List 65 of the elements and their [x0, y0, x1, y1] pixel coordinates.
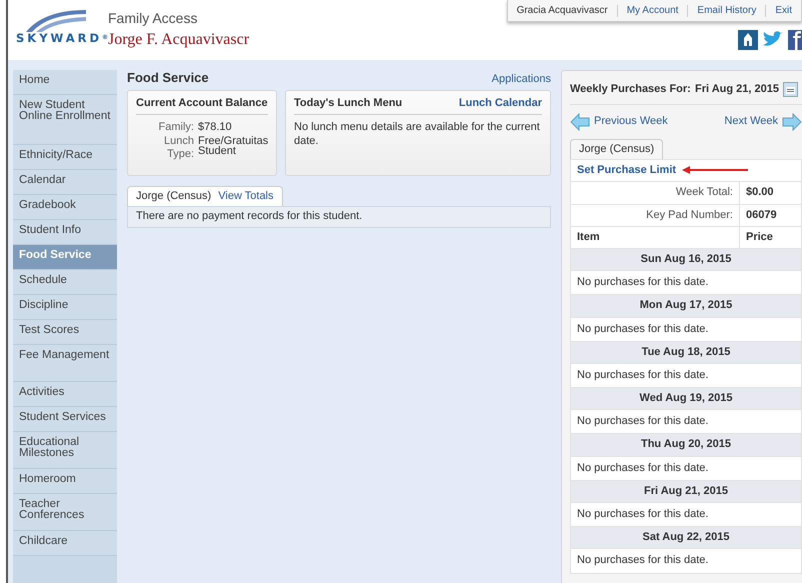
sidebar-item[interactable]: Student Info [13, 220, 117, 245]
card-title: Today's Lunch Menu [294, 97, 402, 110]
view-totals-link[interactable]: View Totals [218, 190, 274, 202]
sidebar-item[interactable]: Gradebook [13, 195, 117, 220]
summary-value: $0.00 [740, 182, 802, 204]
sidebar-item[interactable]: Schedule [13, 270, 117, 295]
purchase-message: No purchases for this date. [570, 317, 802, 342]
sidebar-item[interactable]: Educational Milestones [13, 432, 117, 469]
week-date: Fri Aug 21, 2015 [695, 82, 779, 96]
sidebar-item[interactable]: Fee Management [13, 345, 117, 382]
weekly-label: Weekly Purchases For: [570, 82, 691, 96]
logo-text: SKYWARD$^{®}$ [16, 32, 108, 46]
sidebar-item[interactable]: Activities [13, 382, 117, 407]
logo-swoosh-icon [24, 8, 88, 32]
applications-link[interactable]: Applications [492, 73, 551, 86]
date-header: Sat Aug 22, 2015 [570, 526, 802, 549]
student-name: Jorge F. Acquavivascr [108, 30, 250, 49]
summary-label: Key Pad Number: [570, 204, 740, 226]
field-value: Free/Gratuitas Student [198, 134, 268, 159]
lunch-message: No lunch menu details are available for the current date. [294, 121, 541, 148]
card-title: Current Account Balance [136, 97, 268, 116]
sidebar-item[interactable]: Student Services [13, 407, 117, 432]
sidebar-item[interactable]: Discipline [13, 295, 117, 320]
field-label: Family: [158, 121, 194, 135]
right-arrow-icon[interactable] [782, 113, 802, 131]
student-tab[interactable]: Jorge (Census) [570, 139, 664, 160]
date-header: Mon Aug 17, 2015 [570, 294, 802, 317]
date-header: Tue Aug 18, 2015 [570, 341, 802, 364]
date-header: Wed Aug 19, 2015 [570, 388, 802, 410]
date-header: Fri Aug 21, 2015 [570, 480, 802, 502]
calendar-icon[interactable] [783, 82, 798, 97]
facebook-icon[interactable] [788, 30, 802, 50]
sidebar-item[interactable]: Teacher Conferences [13, 494, 117, 531]
user-name[interactable]: Gracia Acquavivascr [508, 4, 617, 16]
summary-label: Week Total: [570, 182, 740, 204]
header-link[interactable]: Email History [687, 4, 766, 16]
date-header: Thu Aug 20, 2015 [570, 434, 802, 456]
column-header: Item [570, 226, 740, 248]
lunch-calendar-link[interactable]: Lunch Calendar [458, 97, 542, 110]
summary-value: 06079 [740, 204, 802, 226]
school-icon[interactable] [738, 30, 758, 50]
purchase-message: No purchases for this date. [570, 456, 802, 480]
sidebar-item[interactable]: Calendar [13, 170, 117, 195]
student-tab[interactable]: Jorge (Census) View Totals [127, 186, 283, 206]
tab-label[interactable]: Jorge (Census) [136, 190, 212, 202]
sidebar-item[interactable]: Homeroom [13, 469, 117, 494]
purchase-message: No purchases for this date. [570, 548, 802, 574]
next-week-link[interactable]: Next Week [724, 115, 778, 129]
header-link[interactable]: My Account [616, 4, 688, 16]
sidebar-item[interactable]: New Student Online Enrollment [13, 95, 117, 145]
page-title: Food Service [127, 70, 209, 86]
sidebar-item[interactable]: Test Scores [13, 320, 117, 345]
payment-message: There are no payment records for this student. [127, 206, 551, 228]
sidebar-item[interactable]: Ethnicity/Race [13, 145, 117, 170]
sidebar-item[interactable]: Childcare [13, 531, 117, 556]
app-title: Family Access [108, 10, 198, 27]
arrow-annotation [682, 166, 748, 174]
left-arrow-icon[interactable] [570, 113, 590, 131]
field-value: $78.10 [198, 121, 232, 135]
header-link[interactable]: Exit [765, 4, 801, 16]
field-label: Lunch Type: [163, 134, 194, 161]
previous-week-link[interactable]: Previous Week [594, 115, 668, 129]
column-header: Price [740, 226, 802, 248]
sidebar-item[interactable]: Home [13, 70, 117, 95]
date-header: Sun Aug 16, 2015 [570, 248, 802, 271]
